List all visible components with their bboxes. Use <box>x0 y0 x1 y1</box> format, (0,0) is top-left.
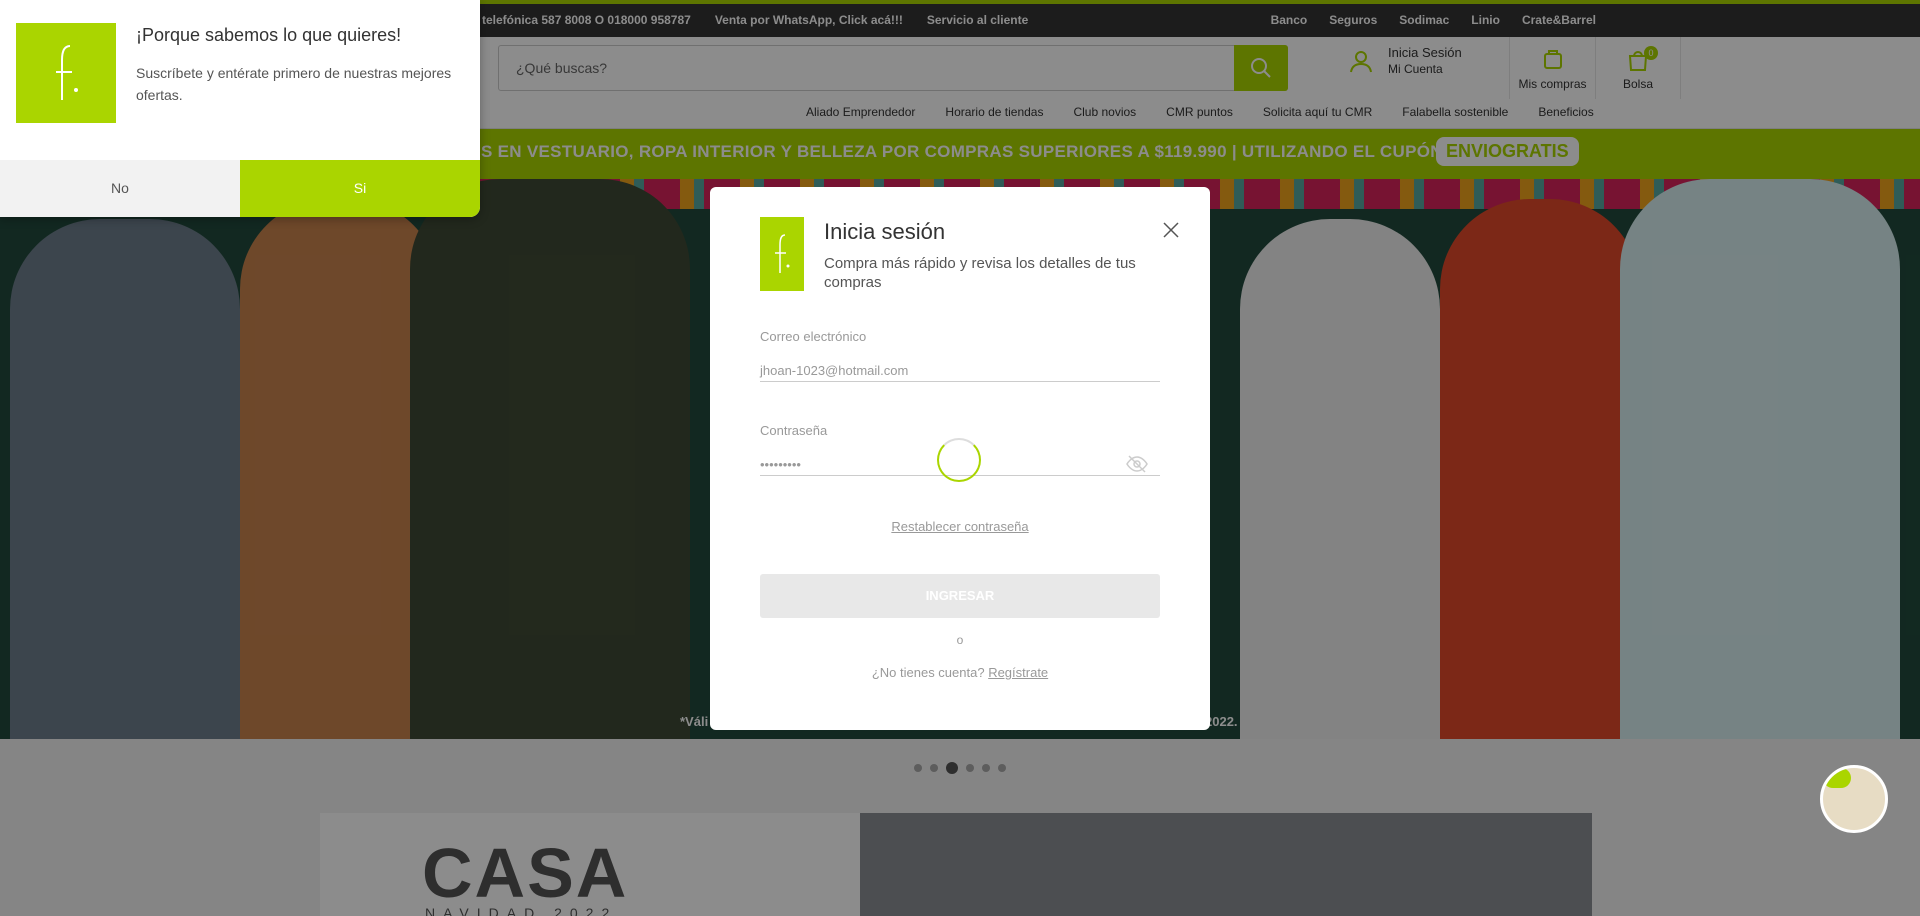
chatbot-avatar-button[interactable] <box>1820 765 1888 833</box>
falabella-logo-icon <box>16 23 116 123</box>
no-account-label: ¿No tienes cuenta? <box>871 665 985 680</box>
reset-password-link[interactable]: Restablecer contraseña <box>710 519 1210 534</box>
email-field[interactable]: jhoan-1023@hotmail.com <box>760 363 1160 382</box>
register-prompt: ¿No tienes cuenta? Regístrate <box>710 665 1210 680</box>
password-label: Contraseña <box>760 423 828 438</box>
close-icon <box>1163 222 1179 238</box>
or-separator: o <box>956 633 964 647</box>
register-link[interactable]: Regístrate <box>988 665 1048 680</box>
login-modal: Inicia sesión Compra más rápido y revisa… <box>710 187 1210 730</box>
modal-title: Inicia sesión <box>824 219 946 244</box>
chat-bubble-icon <box>1823 768 1851 788</box>
submit-button[interactable]: INGRESAR <box>760 574 1160 618</box>
loading-spinner <box>937 438 981 482</box>
notification-title: ¡Porque sabemos lo que quieres! <box>136 25 402 45</box>
modal-subtitle: Compra más rápido y revisa los detalles … <box>824 255 1136 291</box>
notification-yes-button[interactable]: Si <box>240 160 480 217</box>
eye-off-icon[interactable] <box>1126 455 1148 473</box>
falabella-logo-icon <box>760 217 804 291</box>
email-label: Correo electrónico <box>760 329 867 344</box>
notification-no-button[interactable]: No <box>0 160 240 217</box>
close-button[interactable] <box>1162 221 1180 244</box>
notification-prompt: ¡Porque sabemos lo que quieres! Suscríbe… <box>0 0 480 217</box>
notification-body: Suscríbete y entérate primero de nuestra… <box>136 65 452 103</box>
